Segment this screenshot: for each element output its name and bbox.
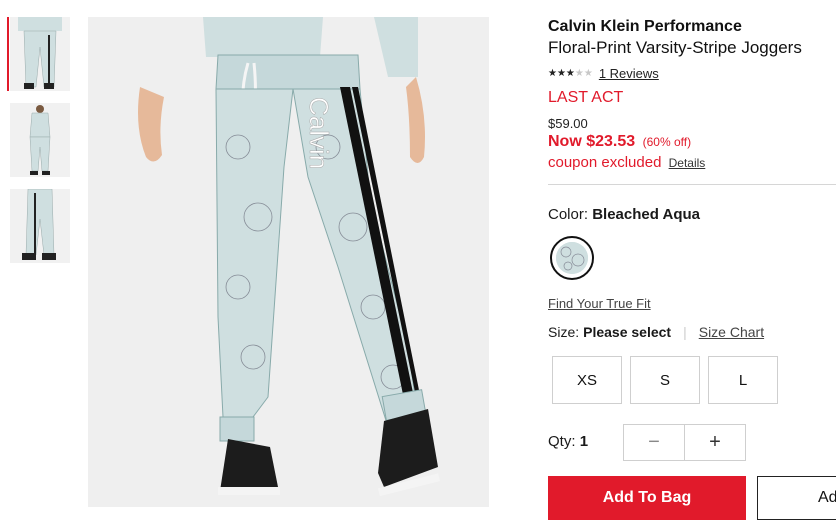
floral-pattern-icon	[556, 242, 588, 274]
coupon-excluded-text: coupon excluded	[548, 154, 662, 171]
divider	[548, 184, 836, 185]
thumbnail-image	[10, 189, 70, 263]
thumbnail-side-view[interactable]	[10, 189, 70, 263]
size-option-s[interactable]: S	[630, 356, 700, 404]
last-act-badge: LAST ACT	[548, 89, 624, 106]
product-brand: Calvin Klein Performance	[548, 18, 742, 35]
size-separator: |	[683, 324, 687, 340]
star-rating-filled: ★★★★★	[548, 68, 575, 79]
quantity-stepper: − +	[623, 424, 746, 461]
color-value: Bleached Aqua	[592, 206, 700, 223]
discount-percent: (60% off)	[642, 135, 692, 149]
thumbnail-full-look[interactable]	[10, 103, 70, 177]
size-option-l[interactable]: L	[708, 356, 778, 404]
rating-row: ★★★★★ ★★★★★ 1 Reviews	[548, 66, 659, 81]
original-price: $59.00	[548, 116, 588, 131]
quantity-row: Qty: 1	[548, 433, 588, 450]
thumbnail-image	[10, 103, 70, 177]
details-link[interactable]: Details	[669, 156, 706, 170]
quantity-increase-button[interactable]: +	[685, 425, 745, 460]
product-name: Floral-Print Varsity-Stripe Joggers	[548, 38, 802, 57]
add-to-bag-button[interactable]: Add To Bag	[548, 476, 746, 520]
svg-text:Calvin: Calvin	[304, 97, 334, 169]
thumbnail-front-detail[interactable]	[10, 17, 70, 91]
sale-price-row: Now $23.53 (60% off)	[548, 133, 691, 151]
coupon-row: coupon excluded Details	[548, 154, 705, 171]
color-row: Color: Bleached Aqua	[548, 206, 700, 223]
add-to-list-button[interactable]: Ad	[757, 476, 836, 520]
joggers-photo: Calvin	[88, 17, 489, 507]
active-thumbnail-indicator	[7, 17, 9, 91]
color-swatch-bleached-aqua[interactable]	[550, 236, 594, 280]
quantity-value: 1	[579, 433, 589, 450]
quantity-decrease-button[interactable]: −	[624, 425, 685, 460]
quantity-label: Qty:	[548, 433, 576, 450]
true-fit-link[interactable]: Find Your True Fit	[548, 296, 651, 311]
main-product-image[interactable]: Calvin	[88, 17, 489, 507]
size-option-xs[interactable]: XS	[552, 356, 622, 404]
size-label: Size:	[548, 324, 580, 340]
thumbnail-strip	[0, 0, 80, 522]
size-selected-text: Please select	[583, 324, 672, 340]
sale-price: Now $23.53	[548, 133, 636, 150]
color-label: Color:	[548, 206, 589, 223]
thumbnail-image	[10, 17, 70, 91]
swatch-fabric	[556, 242, 588, 274]
star-rating: ★★★★★ ★★★★★	[548, 68, 593, 79]
size-row: Size: Please select | Size Chart	[548, 324, 764, 340]
size-chart-link[interactable]: Size Chart	[699, 324, 764, 340]
reviews-link[interactable]: 1 Reviews	[599, 66, 659, 81]
